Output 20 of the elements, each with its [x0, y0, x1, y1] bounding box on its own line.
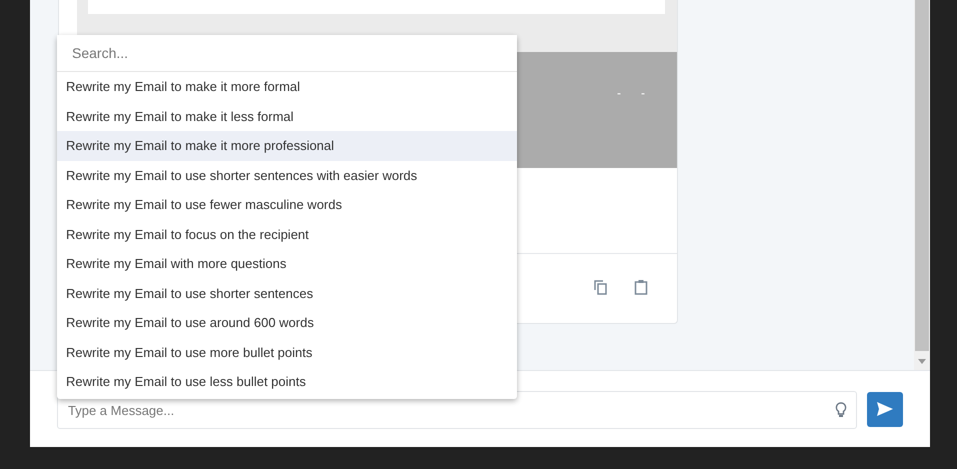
menu-item[interactable]: Rewrite my Email to use more bullet points [57, 338, 517, 367]
lightbulb-icon[interactable] [835, 402, 847, 418]
menu-item[interactable]: Rewrite my Email to focus on the recipient [57, 220, 517, 249]
clipboard-icon[interactable] [633, 278, 649, 294]
send-icon [877, 402, 893, 416]
copy-icon[interactable] [593, 278, 609, 294]
dash-text: - [617, 86, 621, 100]
menu-item[interactable]: Rewrite my Email to use shorter sentences with easier words [57, 160, 517, 190]
search-field[interactable]: Search... [57, 35, 517, 72]
menu-item[interactable]: Rewrite my Email to use fewer masculine words [57, 190, 517, 220]
menu-item[interactable]: Rewrite my Email to make it more professional [57, 131, 517, 160]
dash-text: - [641, 86, 645, 100]
menu-item[interactable]: Rewrite my Email to use around 600 words [57, 308, 517, 338]
send-button[interactable] [867, 392, 903, 426]
menu-item[interactable]: Rewrite my Email to use shorter sentences [57, 278, 517, 308]
scroll-down-arrow-icon[interactable] [918, 359, 926, 364]
scrollbar[interactable] [914, 0, 930, 370]
menu-item[interactable]: Rewrite my Email with more questions [57, 249, 517, 278]
menu-item[interactable]: Rewrite my Email to make it less formal [57, 102, 517, 131]
menu-item[interactable]: Rewrite my Email to make it more formal [57, 72, 517, 102]
